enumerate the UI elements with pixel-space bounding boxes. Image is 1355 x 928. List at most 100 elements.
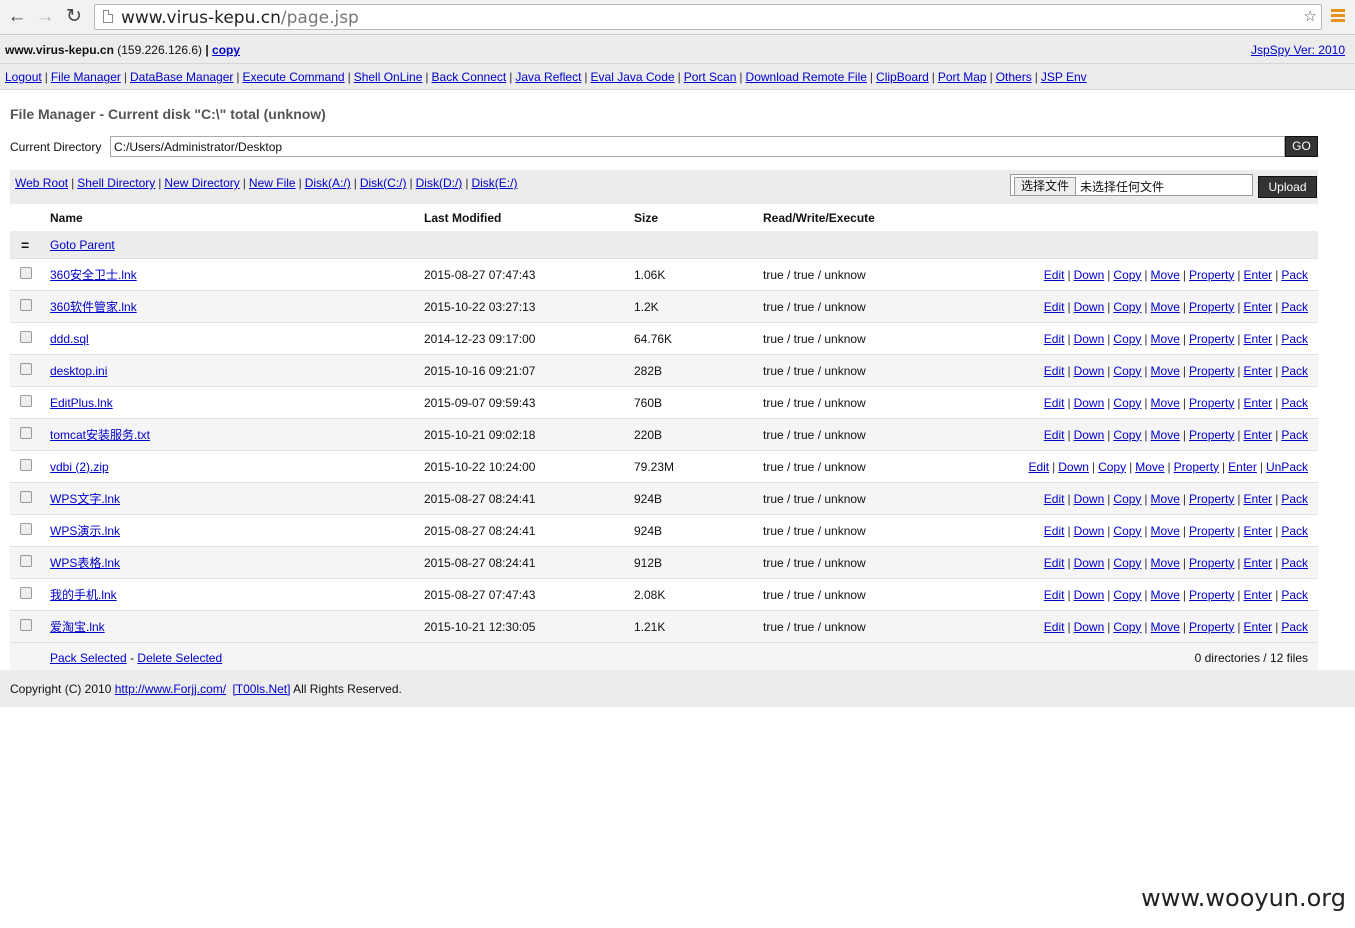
op-unpack-link[interactable]: UnPack [1266,460,1308,474]
address-bar[interactable]: www.virus-kepu.cn/page.jsp ☆ [94,4,1322,30]
bookmark-star-icon[interactable]: ☆ [1304,7,1317,25]
file-name-link[interactable]: WPS文字.lnk [50,492,120,506]
op-enter-link[interactable]: Enter [1228,460,1257,474]
menu-icon[interactable] [1331,9,1345,24]
op-move-link[interactable]: Move [1151,588,1180,602]
op-pack-link[interactable]: Pack [1281,492,1308,506]
op-down-link[interactable]: Down [1074,332,1105,346]
nav-link-jsp-env[interactable]: JSP Env [1041,70,1087,84]
op-down-link[interactable]: Down [1074,364,1105,378]
op-copy-link[interactable]: Copy [1113,524,1141,538]
file-name-link[interactable]: 我的手机.lnk [50,588,117,602]
forjj-link[interactable]: http://www.Forjj.com/ [115,682,226,696]
op-pack-link[interactable]: Pack [1281,268,1308,282]
op-move-link[interactable]: Move [1151,268,1180,282]
op-pack-link[interactable]: Pack [1281,364,1308,378]
op-down-link[interactable]: Down [1074,620,1105,634]
file-name-link[interactable]: 爱淘宝.lnk [50,620,105,634]
forward-arrow-icon[interactable]: → [34,6,56,28]
tool-link-new-file[interactable]: New File [249,176,296,190]
op-copy-link[interactable]: Copy [1113,428,1141,442]
back-arrow-icon[interactable]: ← [6,6,28,28]
row-checkbox[interactable] [20,395,32,407]
op-pack-link[interactable]: Pack [1281,396,1308,410]
op-edit-link[interactable]: Edit [1044,332,1065,346]
op-move-link[interactable]: Move [1151,428,1180,442]
row-checkbox[interactable] [20,619,32,631]
op-enter-link[interactable]: Enter [1244,428,1273,442]
upload-button[interactable]: Upload [1258,176,1317,198]
nav-link-eval-java-code[interactable]: Eval Java Code [591,70,675,84]
op-move-link[interactable]: Move [1151,300,1180,314]
nav-link-file-manager[interactable]: File Manager [51,70,121,84]
op-down-link[interactable]: Down [1074,524,1105,538]
op-copy-link[interactable]: Copy [1113,556,1141,570]
op-property-link[interactable]: Property [1174,460,1219,474]
op-pack-link[interactable]: Pack [1281,588,1308,602]
tool-link-disk-d-[interactable]: Disk(D:/) [416,176,463,190]
reload-icon[interactable]: ↻ [63,6,85,28]
op-enter-link[interactable]: Enter [1244,364,1273,378]
t00ls-link[interactable]: [T00ls.Net] [232,682,290,696]
tool-link-web-root[interactable]: Web Root [15,176,68,190]
op-move-link[interactable]: Move [1151,524,1180,538]
op-property-link[interactable]: Property [1189,268,1234,282]
op-pack-link[interactable]: Pack [1281,556,1308,570]
row-checkbox[interactable] [20,299,32,311]
file-name-link[interactable]: 360安全卫士.lnk [50,268,137,282]
row-checkbox[interactable] [20,491,32,503]
op-pack-link[interactable]: Pack [1281,524,1308,538]
op-pack-link[interactable]: Pack [1281,620,1308,634]
op-edit-link[interactable]: Edit [1044,620,1065,634]
op-down-link[interactable]: Down [1074,300,1105,314]
op-enter-link[interactable]: Enter [1244,396,1273,410]
op-copy-link[interactable]: Copy [1113,364,1141,378]
op-edit-link[interactable]: Edit [1044,588,1065,602]
op-move-link[interactable]: Move [1151,332,1180,346]
op-edit-link[interactable]: Edit [1044,492,1065,506]
version-link[interactable]: JspSpy Ver: 2010 [1251,43,1345,57]
op-pack-link[interactable]: Pack [1281,300,1308,314]
op-enter-link[interactable]: Enter [1244,588,1273,602]
op-copy-link[interactable]: Copy [1113,492,1141,506]
nav-link-java-reflect[interactable]: Java Reflect [515,70,581,84]
op-enter-link[interactable]: Enter [1244,492,1273,506]
op-property-link[interactable]: Property [1189,428,1234,442]
op-edit-link[interactable]: Edit [1044,524,1065,538]
tool-link-new-directory[interactable]: New Directory [164,176,239,190]
op-down-link[interactable]: Down [1074,588,1105,602]
op-down-link[interactable]: Down [1074,396,1105,410]
row-checkbox[interactable] [20,587,32,599]
op-property-link[interactable]: Property [1189,364,1234,378]
choose-file-button[interactable]: 选择文件 [1014,177,1077,196]
row-checkbox[interactable] [20,427,32,439]
pack-selected-link[interactable]: Pack Selected [50,651,127,665]
op-pack-link[interactable]: Pack [1281,332,1308,346]
op-copy-link[interactable]: Copy [1113,588,1141,602]
nav-link-shell-online[interactable]: Shell OnLine [354,70,423,84]
go-button[interactable]: GO [1285,136,1318,157]
op-move-link[interactable]: Move [1135,460,1164,474]
op-enter-link[interactable]: Enter [1244,268,1273,282]
op-edit-link[interactable]: Edit [1044,268,1065,282]
op-property-link[interactable]: Property [1189,556,1234,570]
row-checkbox[interactable] [20,267,32,279]
op-copy-link[interactable]: Copy [1113,268,1141,282]
op-down-link[interactable]: Down [1074,556,1105,570]
op-down-link[interactable]: Down [1074,268,1105,282]
op-edit-link[interactable]: Edit [1044,364,1065,378]
op-edit-link[interactable]: Edit [1044,556,1065,570]
op-pack-link[interactable]: Pack [1281,428,1308,442]
op-copy-link[interactable]: Copy [1113,620,1141,634]
op-copy-link[interactable]: Copy [1113,300,1141,314]
file-input[interactable]: 选择文件 未选择任何文件 [1010,174,1253,196]
op-copy-link[interactable]: Copy [1113,332,1141,346]
op-property-link[interactable]: Property [1189,332,1234,346]
row-checkbox[interactable] [20,331,32,343]
op-move-link[interactable]: Move [1151,556,1180,570]
nav-link-logout[interactable]: Logout [5,70,42,84]
op-edit-link[interactable]: Edit [1044,428,1065,442]
nav-link-others[interactable]: Others [996,70,1032,84]
nav-link-clipboard[interactable]: ClipBoard [876,70,929,84]
tool-link-disk-e-[interactable]: Disk(E:/) [471,176,517,190]
